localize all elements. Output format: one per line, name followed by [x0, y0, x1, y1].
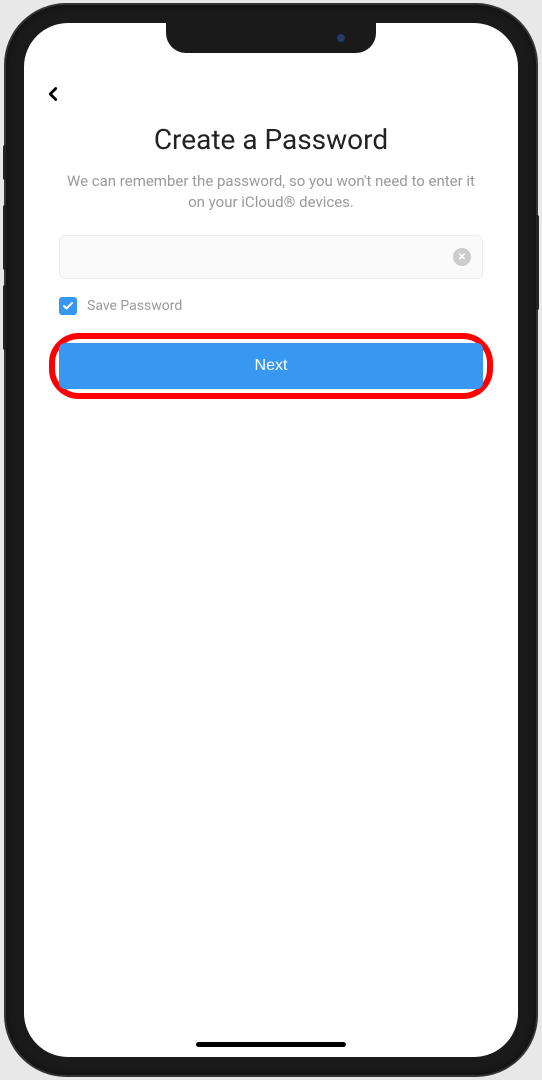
volume-up-button: [3, 205, 6, 270]
checkmark-icon: [62, 300, 74, 312]
save-password-row: Save Password: [59, 297, 483, 315]
phone-screen: Create a Password We can remember the pa…: [24, 23, 518, 1057]
page-subtitle: We can remember the password, so you won…: [59, 171, 483, 213]
home-indicator[interactable]: [196, 1042, 346, 1047]
phone-device-frame: Create a Password We can remember the pa…: [6, 5, 536, 1075]
front-camera: [336, 33, 346, 43]
power-button: [536, 215, 539, 310]
app-content: Create a Password We can remember the pa…: [24, 23, 518, 1057]
chevron-left-icon: [42, 83, 64, 105]
password-input-wrapper: [59, 235, 483, 279]
password-input[interactable]: [59, 235, 483, 279]
page-title: Create a Password: [24, 123, 518, 156]
clear-input-icon[interactable]: [453, 248, 471, 266]
silent-switch: [3, 145, 6, 180]
annotation-highlight: Next: [49, 333, 493, 399]
save-password-checkbox[interactable]: [59, 297, 77, 315]
next-button[interactable]: Next: [59, 343, 483, 389]
volume-down-button: [3, 285, 6, 350]
save-password-label: Save Password: [87, 298, 182, 314]
device-notch: [166, 23, 376, 53]
back-button[interactable]: [42, 83, 64, 109]
